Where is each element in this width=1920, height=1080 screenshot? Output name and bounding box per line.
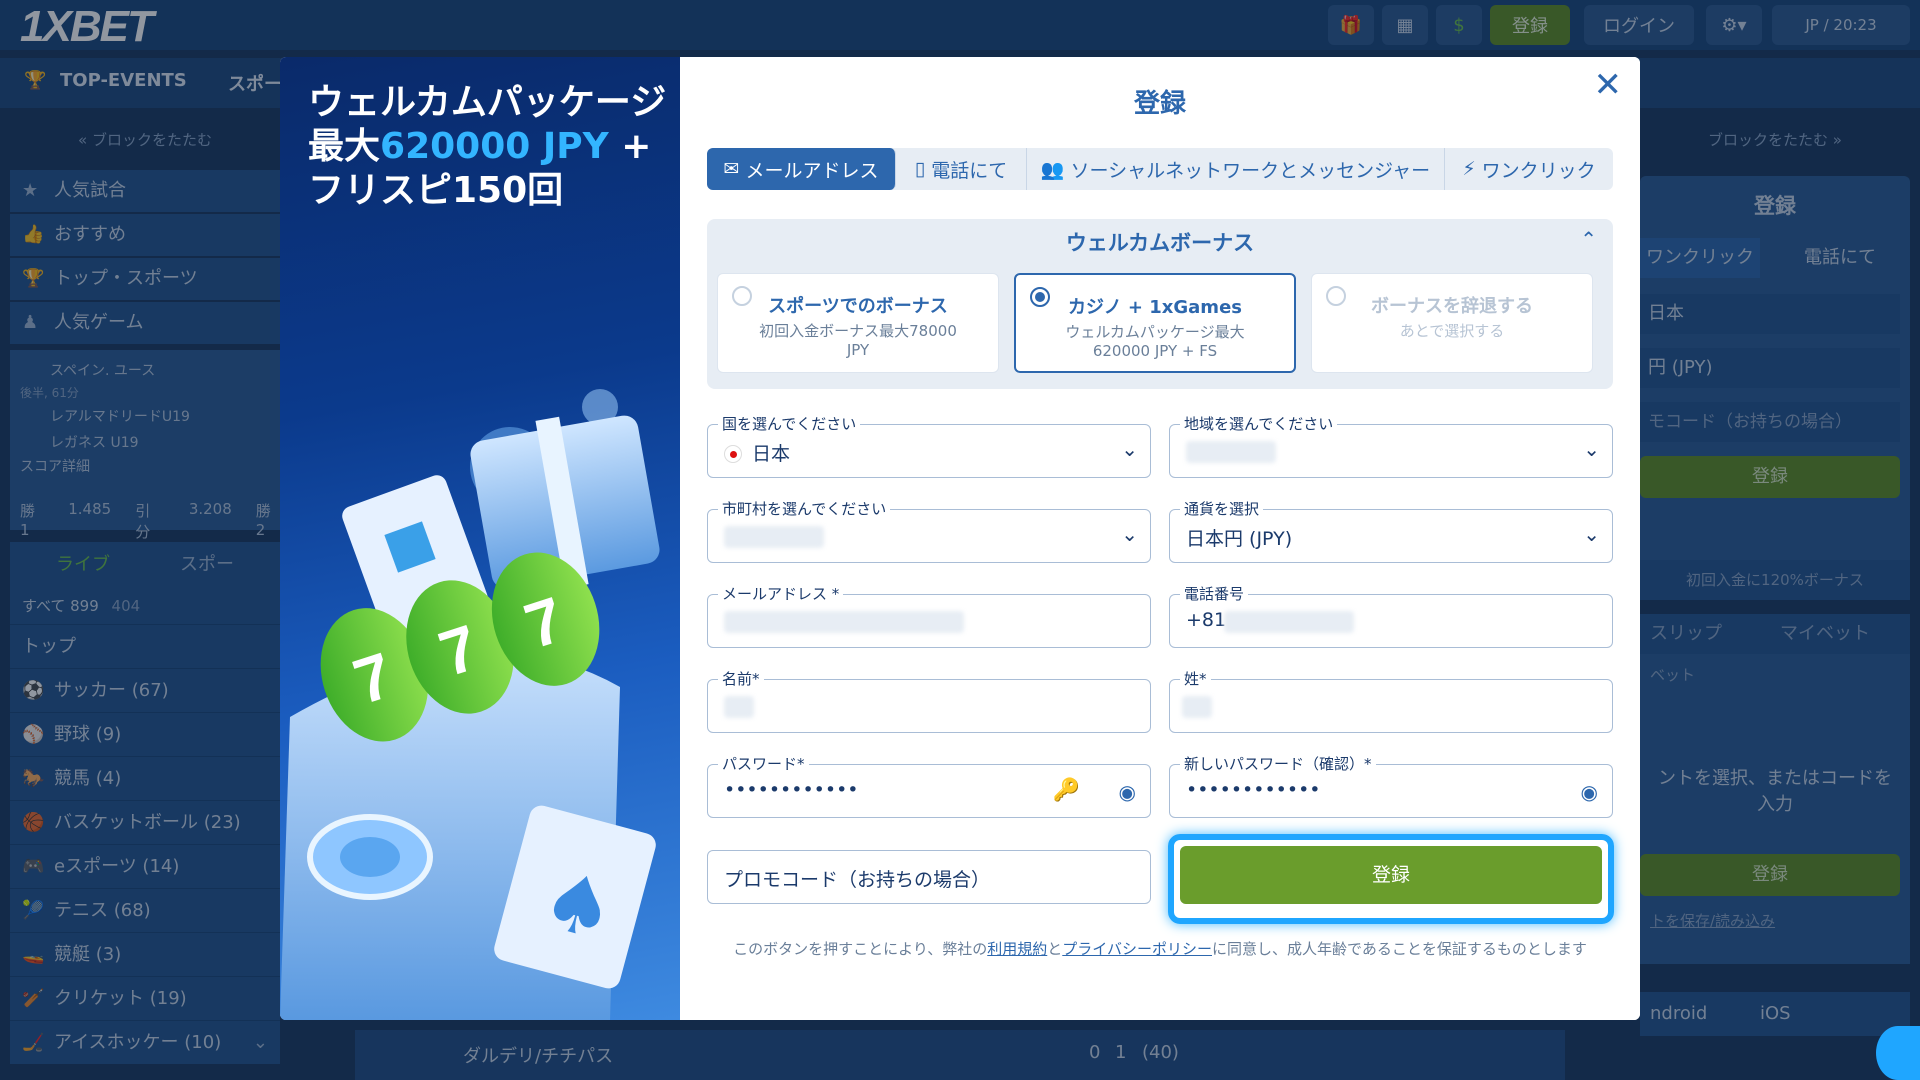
country-select[interactable]: 国を選んでください 日本 ⌄ — [707, 413, 1151, 478]
promo-title: ウェルカムパッケージ 最大620000 JPY + フリスピ150回 — [308, 82, 667, 211]
bonus-option-sports[interactable]: スポーツでのボーナス 初回入金ボーナス最大78000 JPY — [717, 273, 999, 373]
redacted-value — [724, 611, 964, 633]
city-select[interactable]: 市町村を選んでください ⌄ — [707, 498, 1151, 563]
welcome-bonus-section: ウェルカムボーナス ⌃ スポーツでのボーナス 初回入金ボーナス最大78000 J… — [707, 219, 1613, 389]
users-icon: 👥 — [1040, 158, 1065, 181]
chevron-down-icon: ⌄ — [1583, 437, 1600, 461]
password-field[interactable]: パスワード* •••••••••••• 🔑 ◉ — [707, 753, 1151, 818]
terms-link[interactable]: 利用規約 — [987, 940, 1047, 958]
form-title: 登録 — [1133, 89, 1186, 119]
redacted-value — [1224, 611, 1354, 633]
last-name-field[interactable]: 姓* — [1169, 668, 1613, 733]
registration-method-tabs: ✉ メールアドレス ▯ 電話にて 👥 ソーシャルネットワークとメッセンジャー ⚡ ワンク… — [707, 148, 1613, 190]
radio-casino-bonus[interactable] — [1030, 287, 1050, 307]
tab-phone[interactable]: ▯ 電話にて — [896, 148, 1027, 190]
tab-email[interactable]: ✉ メールアドレス — [707, 148, 896, 190]
radio-decline-bonus[interactable] — [1326, 286, 1346, 306]
phone-icon: ▯ — [914, 158, 926, 180]
japan-flag-icon — [724, 445, 742, 463]
welcome-bonus-title: ウェルカムボーナス — [1065, 231, 1255, 255]
register-highlight: 登録 — [1168, 834, 1614, 924]
promo-code-input[interactable]: プロモコード（お持ちの場合） — [707, 850, 1151, 904]
registration-modal: ウェルカムパッケージ 最大620000 JPY + フリスピ150回 7 7 7 — [280, 57, 1640, 1020]
register-button[interactable]: 登録 — [1180, 846, 1602, 904]
first-name-field[interactable]: 名前* — [707, 668, 1151, 733]
chevron-down-icon: ⌄ — [1121, 522, 1138, 546]
eye-slash-icon[interactable]: ◉ — [1119, 780, 1136, 804]
redacted-value — [1186, 441, 1276, 463]
envelope-icon: ✉ — [723, 158, 740, 180]
key-icon[interactable]: 🔑 — [1053, 778, 1080, 803]
redacted-value — [1182, 696, 1212, 718]
bonus-option-decline[interactable]: ボーナスを辞退する あとで選択する — [1311, 273, 1593, 373]
confirm-password-field[interactable]: 新しいパスワード（確認）* •••••••••••• ◉ — [1169, 753, 1613, 818]
registration-form: ✕ 登録 ✉ メールアドレス ▯ 電話にて 👥 ソーシャルネットワークとメッセンジャー… — [680, 57, 1640, 1020]
email-field[interactable]: メールアドレス * — [707, 583, 1151, 648]
chevron-up-icon[interactable]: ⌃ — [1580, 227, 1597, 251]
terms-disclaimer: このボタンを押すことにより、弊社の利用規約とプライバシーポリシーに同意し、成人年… — [733, 940, 1587, 958]
redacted-value — [724, 526, 824, 548]
chevron-down-icon: ⌄ — [1583, 522, 1600, 546]
promo-banner: ウェルカムパッケージ 最大620000 JPY + フリスピ150回 7 7 7 — [280, 57, 680, 1020]
slot-machine-gift-illustration: 7 7 7 ♠ — [280, 389, 660, 1020]
lightning-icon: ⚡ — [1462, 158, 1476, 180]
tab-social[interactable]: 👥 ソーシャルネットワークとメッセンジャー — [1027, 148, 1445, 190]
chevron-down-icon: ⌄ — [1121, 437, 1138, 461]
bonus-option-casino[interactable]: カジノ + 1xGames ウェルカムパッケージ最大 620000 JPY + … — [1014, 273, 1296, 373]
support-chat-icon[interactable] — [1876, 1026, 1920, 1080]
phone-field[interactable]: 電話番号 +81 — [1169, 583, 1613, 648]
eye-slash-icon[interactable]: ◉ — [1581, 780, 1598, 804]
region-select[interactable]: 地域を選んでください ⌄ — [1169, 413, 1613, 478]
tab-one-click[interactable]: ⚡ ワンクリック — [1445, 148, 1613, 190]
radio-sports-bonus[interactable] — [732, 286, 752, 306]
privacy-link[interactable]: プライバシーポリシー — [1062, 940, 1212, 958]
redacted-value — [724, 696, 754, 718]
currency-select[interactable]: 通貨を選択 日本円 (JPY) ⌄ — [1169, 498, 1613, 563]
